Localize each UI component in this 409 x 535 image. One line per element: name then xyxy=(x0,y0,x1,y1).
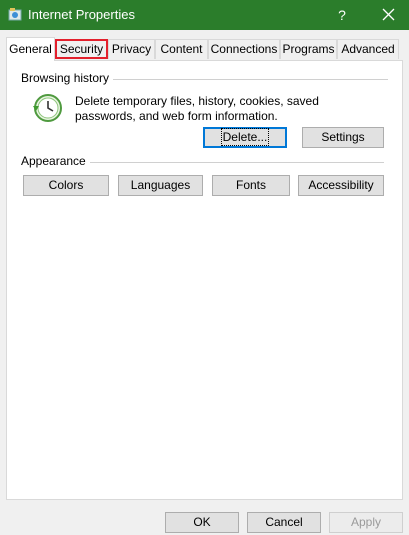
cancel-button[interactable]: Cancel xyxy=(247,512,321,533)
tab-general[interactable]: General xyxy=(6,37,55,61)
browsing-history-label: Browsing history xyxy=(21,71,114,85)
accessibility-button[interactable]: Accessibility xyxy=(298,175,384,196)
tab-content[interactable]: Content xyxy=(155,39,208,59)
tab-privacy[interactable]: Privacy xyxy=(108,39,155,59)
colors-button[interactable]: Colors xyxy=(23,175,109,196)
appearance-label: Appearance xyxy=(21,154,90,168)
help-button[interactable]: ? xyxy=(325,0,359,30)
title-bar: Internet Properties ? xyxy=(0,0,409,30)
languages-button[interactable]: Languages xyxy=(118,175,203,196)
tab-strip: General Security Privacy Content Connect… xyxy=(6,37,403,61)
tab-connections[interactable]: Connections xyxy=(208,39,280,59)
tab-programs[interactable]: Programs xyxy=(280,39,337,59)
apply-button[interactable]: Apply xyxy=(329,512,403,533)
tab-advanced[interactable]: Advanced xyxy=(337,39,399,59)
close-icon xyxy=(382,8,395,21)
settings-button[interactable]: Settings xyxy=(302,127,384,148)
tab-security[interactable]: Security xyxy=(55,39,108,59)
dialog-footer: OK Cancel Apply xyxy=(0,500,409,535)
browsing-history-description: Delete temporary files, history, cookies… xyxy=(75,94,319,123)
delete-button[interactable]: Delete... xyxy=(203,127,287,148)
delete-button-label: Delete... xyxy=(220,128,270,146)
appearance-divider xyxy=(87,162,384,163)
internet-properties-icon xyxy=(8,8,22,21)
general-tab-panel: Browsing history Delete temporary files,… xyxy=(6,60,403,500)
fonts-button[interactable]: Fonts xyxy=(212,175,290,196)
close-button[interactable] xyxy=(370,0,406,30)
window-title: Internet Properties xyxy=(28,7,135,22)
ok-button[interactable]: OK xyxy=(165,512,239,533)
history-clock-icon xyxy=(33,94,62,122)
browsing-history-divider xyxy=(102,79,388,80)
